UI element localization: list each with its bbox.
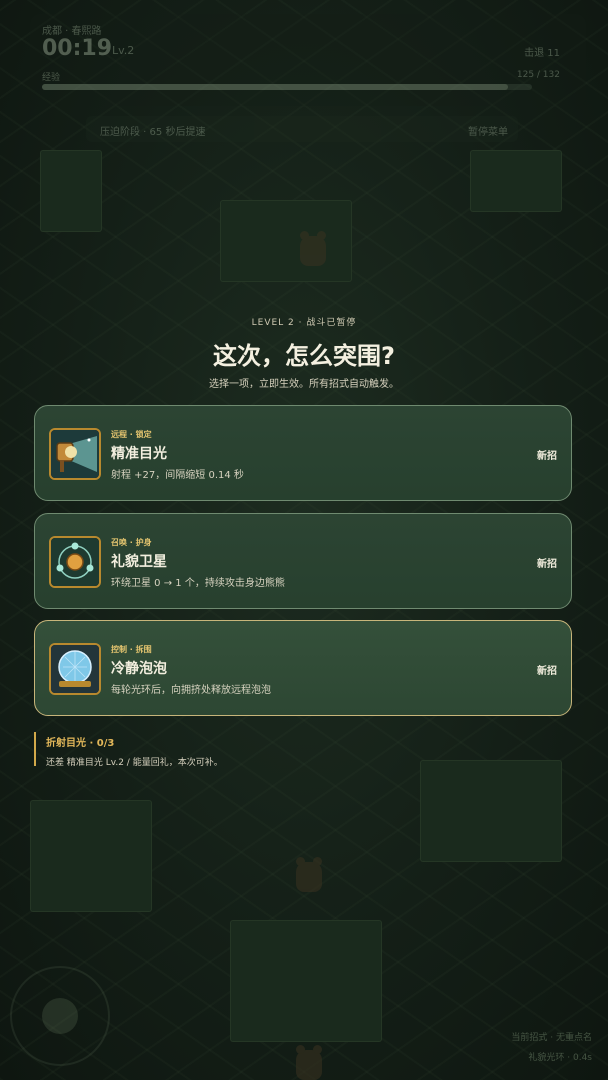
scene-building <box>220 200 352 282</box>
hud-status-strip: 压迫阶段 · 65 秒后提速 暂停菜单 <box>86 116 518 142</box>
bear-enemy <box>300 231 326 266</box>
card-description: 射程 +27，间隔缩短 0.14 秒 <box>111 470 244 481</box>
card-category-tag: 控制 · 拆围 <box>111 645 152 654</box>
upgrade-subtitle: 选择一项，立即生效。所有招式自动触发。 <box>209 379 399 390</box>
hud-status-text: 压迫阶段 · 65 秒后提速 <box>100 127 206 138</box>
level-eyebrow: LEVEL 2 · 战斗已暂停 <box>251 318 357 328</box>
hud-xp-value: 125 / 132 <box>516 70 560 80</box>
xp-progress-fill <box>42 84 508 90</box>
scene-building <box>420 760 562 862</box>
upgrade-title: 这次，怎么突围? <box>213 342 395 370</box>
xp-progress-bar <box>42 84 532 90</box>
card-title: 精准目光 <box>111 446 167 462</box>
new-skill-badge: 新招 <box>537 451 557 462</box>
hud-timer: 00:19 <box>42 36 113 61</box>
card-title: 礼貌卫星 <box>111 554 167 570</box>
bubble-dome-icon <box>49 643 101 695</box>
new-skill-badge: 新招 <box>537 559 557 570</box>
card-title: 冷静泡泡 <box>111 661 167 677</box>
joystick-knob[interactable] <box>42 998 78 1034</box>
virtual-joystick[interactable] <box>10 966 110 1066</box>
hud-xp-label: 经验 <box>42 73 61 83</box>
upgrade-card-polite-satellite[interactable]: 召唤 · 护身 礼貌卫星 环绕卫星 0 → 1 个，持续攻击身边熊熊 新招 <box>34 513 572 609</box>
corner-aura-info: 礼貌光环 · 0.4s <box>528 1053 592 1063</box>
hud-kill-count: 击退 11 <box>524 48 560 59</box>
card-description: 每轮光环后，向拥挤处释放远程泡泡 <box>111 685 271 696</box>
scene-building <box>470 150 562 212</box>
upgrade-card-precise-gaze[interactable]: 远程 · 锁定 精准目光 射程 +27，间隔缩短 0.14 秒 新招 <box>34 405 572 501</box>
card-description: 环绕卫星 0 → 1 个，持续攻击身边熊熊 <box>111 578 285 589</box>
upgrade-card-calm-bubble[interactable]: 控制 · 拆围 冷静泡泡 每轮光环后，向拥挤处释放远程泡泡 新招 <box>34 620 572 716</box>
hud-panel: 成都 · 春熙路 00:19 Lv.2 击退 11 经验 125 / 132 <box>30 14 586 106</box>
combo-hint-text: 还差 精准目光 Lv.2 / 能量回礼，本次可补。 <box>46 758 223 768</box>
scene-building <box>40 150 102 232</box>
card-category-tag: 远程 · 锁定 <box>111 430 152 439</box>
hud-level: Lv.2 <box>112 44 135 57</box>
scene-building <box>230 920 382 1042</box>
hud-location: 成都 · 春熙路 <box>42 26 102 37</box>
combo-hint: 折射目光 · 0/3 还差 精准目光 Lv.2 / 能量回礼，本次可补。 <box>34 732 223 768</box>
card-category-tag: 召唤 · 护身 <box>111 538 152 547</box>
corner-skill-info: 当前招式 · 无重点名 <box>511 1033 592 1043</box>
bear-enemy <box>296 1045 322 1080</box>
new-skill-badge: 新招 <box>537 666 557 677</box>
bear-enemy <box>296 857 322 892</box>
pause-menu-button[interactable]: 暂停菜单 <box>468 123 508 138</box>
combo-hint-title: 折射目光 · 0/3 <box>46 738 115 749</box>
orbit-satellite-icon <box>49 536 101 588</box>
spotlight-icon <box>49 428 101 480</box>
scene-building <box>30 800 152 912</box>
